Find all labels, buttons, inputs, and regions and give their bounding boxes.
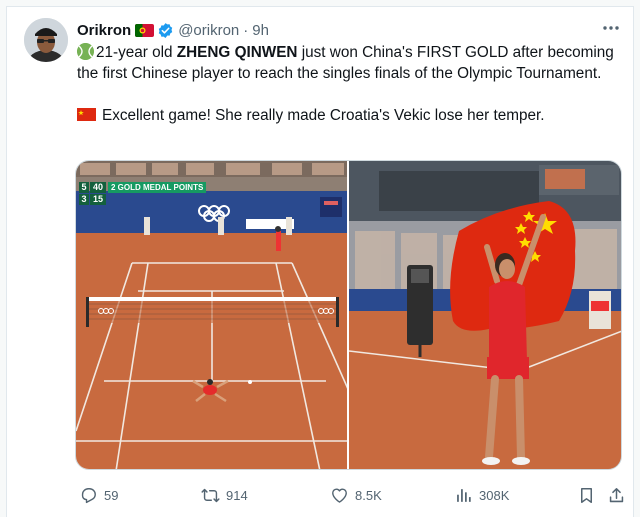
share-icon <box>609 487 624 502</box>
repost-button[interactable]: 914 <box>201 486 248 505</box>
tweet-text: 21-year old ZHENG QINWEN just won China'… <box>77 42 629 126</box>
more-options-icon[interactable] <box>601 21 621 35</box>
tweet-header: Orikron @orikron · 9h <box>77 20 269 40</box>
score-row2-points: 15 <box>90 194 106 205</box>
reply-count: 59 <box>104 487 119 503</box>
avatar-image <box>24 18 68 62</box>
reply-icon <box>81 487 96 503</box>
share-button[interactable] <box>607 486 626 505</box>
like-button[interactable]: 8.5K <box>330 486 382 505</box>
heart-icon <box>332 487 347 503</box>
tweet-card[interactable]: Orikron @orikron · 9h 21-year old ZHENG … <box>6 6 634 517</box>
media-image-court[interactable]: 5 40 2 GOLD MEDAL POINTS 3 15 <box>76 161 347 469</box>
avatar[interactable] <box>24 18 68 62</box>
media-gallery[interactable]: 5 40 2 GOLD MEDAL POINTS 3 15 <box>75 160 622 470</box>
china-flag-icon <box>77 108 96 121</box>
verified-badge-icon <box>157 22 174 39</box>
repost-icon <box>201 488 220 502</box>
author-handle[interactable]: @orikron <box>178 22 239 39</box>
views-chart-icon <box>457 488 471 502</box>
bookmark-button[interactable] <box>577 486 596 505</box>
tweet-text-prefix: 21-year old <box>96 44 177 61</box>
views-button[interactable]: 308K <box>454 486 509 505</box>
views-count: 308K <box>479 487 510 503</box>
tweet-text-player-name: ZHENG QINWEN <box>176 44 298 61</box>
score-row1-games: 5 <box>79 182 89 193</box>
bookmark-icon <box>580 487 593 503</box>
score-banner: 2 GOLD MEDAL POINTS <box>108 182 207 193</box>
like-count: 8.5K <box>355 487 382 503</box>
action-bar: 59 914 8.5K 308K <box>75 485 627 505</box>
score-row2-games: 3 <box>79 194 89 205</box>
reply-button[interactable]: 59 <box>79 486 118 505</box>
tweet-text-line2: Excellent game! She really made Croatia'… <box>102 107 545 124</box>
tweet-paragraph-2: Excellent game! She really made Croatia'… <box>77 105 629 126</box>
separator-dot: · <box>243 21 249 39</box>
repost-count: 914 <box>226 487 248 503</box>
score-row1-points: 40 <box>90 182 106 193</box>
tennis-ball-icon <box>77 43 94 60</box>
scoreboard: 5 40 2 GOLD MEDAL POINTS 3 15 <box>79 182 207 205</box>
post-time[interactable]: 9h <box>252 22 269 39</box>
portugal-flag-icon <box>135 23 155 37</box>
media-image-celebration[interactable] <box>349 161 621 469</box>
author-name[interactable]: Orikron <box>77 22 131 39</box>
tweet-paragraph-1: 21-year old ZHENG QINWEN just won China'… <box>77 42 629 84</box>
